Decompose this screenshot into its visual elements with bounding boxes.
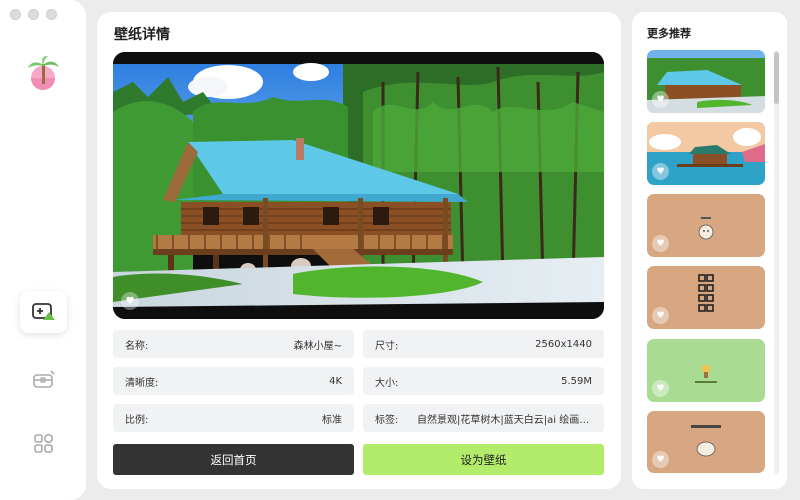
filesize-label: 大小: xyxy=(375,377,399,389)
info-tags: 标签: 自然景观|花草树木|蓝天白云|ai 绘画|... xyxy=(363,404,604,432)
wallpaper-add-icon xyxy=(31,303,55,320)
info-name: 名称: 森林小屋~ xyxy=(113,330,354,358)
ratio-label: 比例: xyxy=(125,414,149,426)
recommend-thumb-lake-hut[interactable]: ♥ xyxy=(647,122,765,185)
recommend-thumb-green-sketch[interactable]: ♥ xyxy=(647,339,765,402)
heart-icon: ♥ xyxy=(656,383,665,394)
ratio-value: 标准 xyxy=(322,414,342,426)
palm-tree-logo-icon xyxy=(24,54,64,92)
heart-icon: ♥ xyxy=(656,166,665,177)
scrollbar-thumb[interactable] xyxy=(774,52,779,104)
minimize-window-button[interactable] xyxy=(28,9,39,20)
name-value: 森林小屋~ xyxy=(293,340,342,352)
wallpaper-preview: ♥ xyxy=(113,52,604,319)
recommend-thumb-cartoon-note[interactable]: ♥ xyxy=(647,411,765,473)
thumb-like-button[interactable]: ♥ xyxy=(652,451,669,468)
clarity-label: 清晰度: xyxy=(125,377,159,389)
recommend-scrollbar[interactable] xyxy=(774,50,779,474)
maximize-window-button[interactable] xyxy=(46,9,57,20)
thumb-like-button[interactable]: ♥ xyxy=(652,380,669,397)
recommend-thumb-cartoon-bear[interactable]: ♥ xyxy=(647,194,765,257)
size-label: 尺寸: xyxy=(375,340,399,352)
info-ratio: 比例: 标准 xyxy=(113,404,354,432)
back-home-button[interactable]: 返回首页 xyxy=(113,444,354,475)
tags-label: 标签: xyxy=(375,414,399,426)
thumb-like-button[interactable]: ♥ xyxy=(652,163,669,180)
wallpaper-detail-panel: 壁纸详情 ♥ 名称: 森林小屋~ 尺寸: 2560x1440 清晰度: 4K 大… xyxy=(97,12,621,489)
filesize-value: 5.59M xyxy=(561,375,592,387)
heart-icon: ♥ xyxy=(656,454,665,465)
name-label: 名称: xyxy=(125,340,149,352)
clarity-value: 4K xyxy=(329,375,342,387)
grid-apps-icon xyxy=(33,433,53,453)
sidebar-item-wallpaper[interactable] xyxy=(20,291,67,333)
heart-icon: ♥ xyxy=(656,238,665,249)
thumb-like-button[interactable]: ♥ xyxy=(652,91,669,108)
sidebar-item-box[interactable] xyxy=(20,358,67,400)
recommend-panel: 更多推荐 ♥ ♥ ♥ ♥ ♥ ♥ xyxy=(632,12,787,489)
tags-value: 自然景观|花草树木|蓝天白云|ai 绘画|... xyxy=(417,414,592,426)
sidebar xyxy=(0,0,86,500)
thumb-like-button[interactable]: ♥ xyxy=(652,235,669,252)
info-filesize: 大小: 5.59M xyxy=(363,367,604,395)
page-title: 壁纸详情 xyxy=(114,27,170,43)
info-size: 尺寸: 2560x1440 xyxy=(363,330,604,358)
box-icon xyxy=(32,370,55,388)
info-clarity: 清晰度: 4K xyxy=(113,367,354,395)
window-controls xyxy=(10,9,57,20)
sidebar-item-apps[interactable] xyxy=(20,423,67,465)
recommend-thumb-calligraphy[interactable]: ♥ xyxy=(647,266,765,329)
thumb-like-button[interactable]: ♥ xyxy=(652,307,669,324)
recommend-thumb-forest-cabin[interactable]: ♥ xyxy=(647,50,765,113)
size-value: 2560x1440 xyxy=(535,338,592,350)
close-window-button[interactable] xyxy=(10,9,21,20)
heart-icon: ♥ xyxy=(125,295,135,307)
heart-icon: ♥ xyxy=(656,310,665,321)
preview-like-button[interactable]: ♥ xyxy=(121,292,139,310)
recommend-title: 更多推荐 xyxy=(647,27,691,40)
heart-icon: ♥ xyxy=(656,94,665,105)
set-wallpaper-button[interactable]: 设为壁纸 xyxy=(363,444,604,475)
